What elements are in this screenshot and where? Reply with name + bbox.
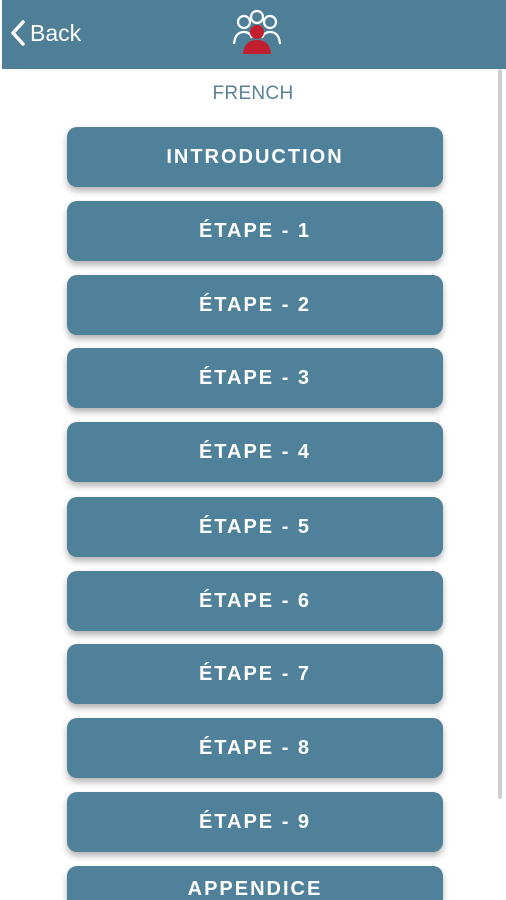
introduction-button[interactable]: INTRODUCTION [67,127,443,187]
button-label: ÉTAPE - 6 [198,589,312,612]
button-label: ÉTAPE - 1 [198,219,312,242]
etape-4-button[interactable]: ÉTAPE - 4 [67,422,443,482]
etape-7-button[interactable]: ÉTAPE - 7 [67,644,443,704]
button-label: INTRODUCTION [166,145,344,168]
etape-9-button[interactable]: ÉTAPE - 9 [67,792,443,852]
etape-8-button[interactable]: ÉTAPE - 8 [67,718,443,778]
button-label: ÉTAPE - 4 [198,440,312,463]
button-label: ÉTAPE - 2 [198,293,312,316]
etape-5-button[interactable]: ÉTAPE - 5 [67,497,443,557]
appendice-button[interactable]: APPENDICE [67,866,443,900]
etape-3-button[interactable]: ÉTAPE - 3 [67,348,443,408]
button-label: ÉTAPE - 7 [198,662,312,685]
etape-1-button[interactable]: ÉTAPE - 1 [67,201,443,261]
button-label: ÉTAPE - 3 [198,366,312,389]
etape-2-button[interactable]: ÉTAPE - 2 [67,275,443,335]
step-menu: INTRODUCTION ÉTAPE - 1 ÉTAPE - 2 ÉTAPE -… [0,0,506,900]
button-label: APPENDICE [187,878,323,900]
button-label: ÉTAPE - 8 [198,736,312,759]
etape-6-button[interactable]: ÉTAPE - 6 [67,571,443,631]
button-label: ÉTAPE - 5 [198,515,312,538]
button-label: ÉTAPE - 9 [198,810,312,833]
app-screen: Back FRENCH INTRODUCTION ÉTAPE - 1 ÉTAPE… [0,0,506,900]
